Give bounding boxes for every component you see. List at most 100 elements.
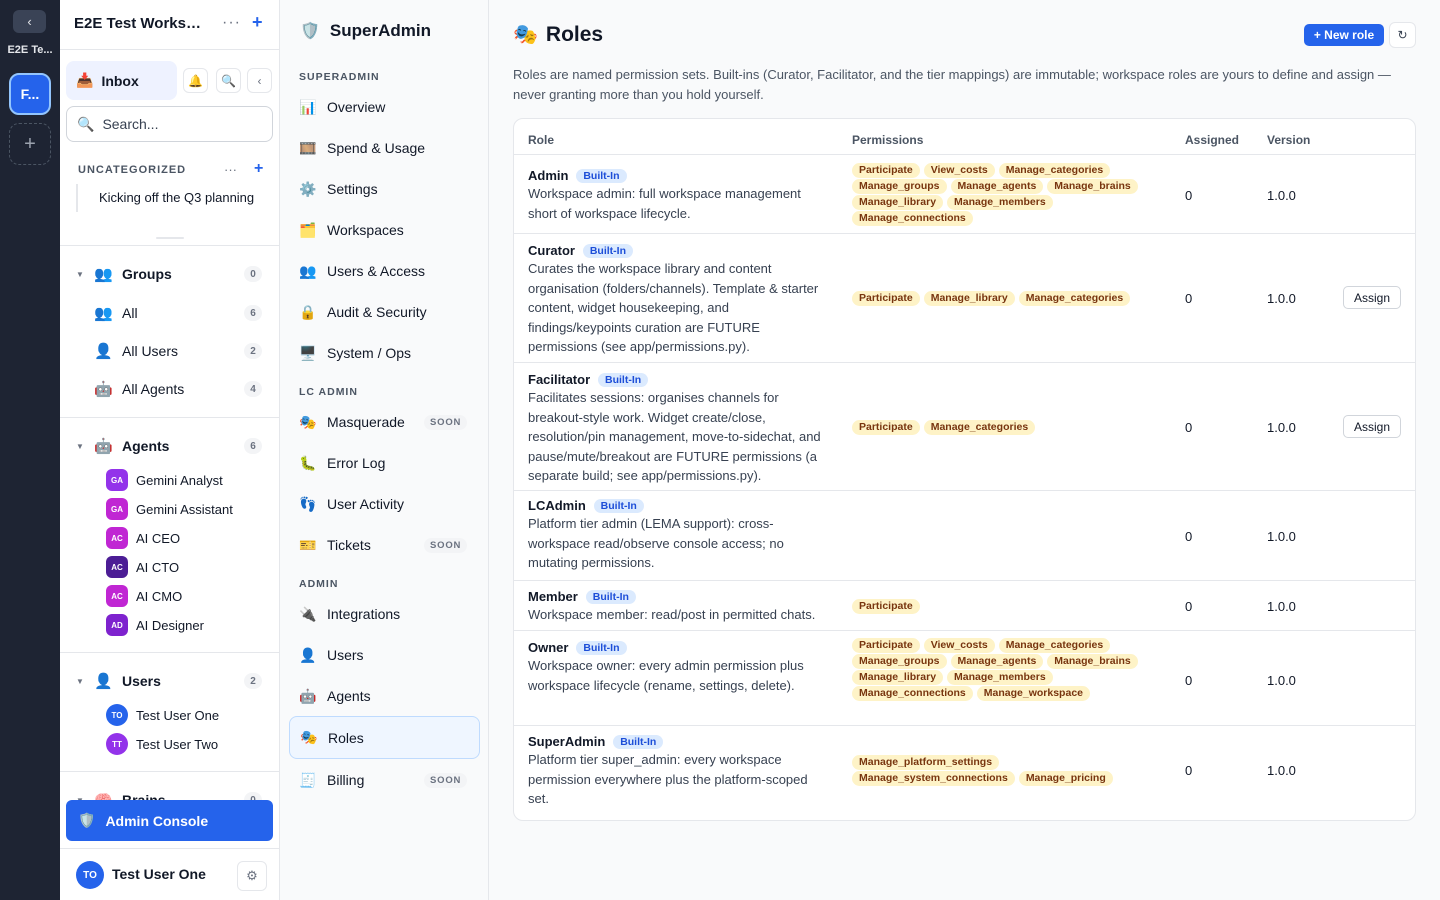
agent-item[interactable]: GA Gemini Analyst [60, 467, 280, 493]
notifications-button[interactable]: 🔔 [183, 68, 208, 93]
role-description: Workspace admin: full workspace manageme… [528, 186, 801, 221]
lock-icon: 🔒 [299, 303, 317, 320]
nav-item-agents[interactable]: 🤖 Agents [289, 676, 480, 716]
role-name: Owner [528, 640, 569, 655]
users-icon: 👥 [94, 266, 113, 283]
users-section-header[interactable]: ▼ 👤 Users 2 [60, 666, 280, 696]
search-button[interactable]: 🔍 [216, 68, 241, 93]
uncategorized-add-button[interactable]: + [254, 160, 263, 178]
permission-chip: Manage_members [947, 195, 1053, 210]
user-settings-button[interactable]: ⚙ [237, 861, 267, 891]
sidebar-search: 🔍 [66, 106, 273, 142]
agent-item[interactable]: AC AI CEO [60, 525, 280, 551]
role-cell: SuperAdmin Built-In Platform tier super_… [528, 733, 828, 809]
permission-chip: Manage_categories [998, 163, 1111, 178]
sidebar-directory[interactable]: ▼ 👥 Groups 0 👥 All 6 👤 All Users 2 🤖 All… [60, 245, 280, 800]
column-header-permissions: Permissions [852, 133, 924, 147]
group-count: 6 [244, 305, 262, 321]
inbox-label: Inbox [101, 72, 139, 89]
group-item-all-agents[interactable]: 🤖 All Agents 4 [60, 374, 280, 404]
user-item[interactable]: TO Test User One [60, 702, 280, 728]
search-icon: 🔍 [77, 115, 95, 132]
nav-section-superadmin: SUPERADMIN [299, 71, 380, 83]
builtin-badge: Built-In [613, 735, 664, 749]
workspace-switcher-active[interactable]: F... [9, 73, 51, 115]
uncategorized-menu-button[interactable]: ··· [224, 162, 237, 177]
masks-icon: 🎭 [513, 24, 538, 46]
new-role-button[interactable]: + New role [1304, 24, 1384, 46]
brains-count: 0 [244, 792, 262, 800]
add-channel-button[interactable]: + [252, 12, 263, 33]
permissions-cell: Participate View_costs Manage_categories Ma… [852, 638, 1162, 702]
group-label: All Agents [122, 381, 185, 397]
nav-item-label: Tickets [327, 537, 371, 553]
nav-item-settings[interactable]: ⚙️ Settings [289, 169, 480, 209]
current-user-name[interactable]: Test User One [112, 866, 206, 882]
role-cell: LCAdmin Built-In Platform tier admin (LE… [528, 497, 828, 573]
role-name: SuperAdmin [528, 734, 606, 749]
builtin-badge: Built-In [576, 641, 627, 655]
workspace-menu-button[interactable]: ··· [222, 14, 241, 32]
permission-chip: Participate [852, 420, 920, 435]
permissions-cell: Participate Manage_library Manage_categori… [852, 291, 1162, 307]
nav-item-integrations[interactable]: 🔌 Integrations [289, 594, 480, 634]
nav-item-spend-usage[interactable]: 🎞️ Spend & Usage [289, 128, 480, 168]
collapse-sidebar-button[interactable]: ‹ [247, 68, 272, 93]
resize-handle[interactable] [156, 237, 184, 239]
add-workspace-button[interactable]: + [9, 123, 51, 165]
brains-section-header[interactable]: ▼ 🧠 Brains 0 [60, 785, 280, 800]
role-description: Platform tier admin (LEMA support): cros… [528, 516, 784, 570]
workspace-sidebar: E2E Test Workspace ··· + 📥 Inbox 🔔 🔍 ‹ 🔍… [60, 0, 280, 900]
assign-button[interactable]: Assign [1343, 415, 1401, 438]
nav-section-admin: ADMIN [299, 578, 339, 590]
agent-label: AI Designer [136, 617, 204, 633]
nav-item-masquerade[interactable]: 🎭 Masquerade SOON [289, 402, 480, 442]
nav-item-user-activity[interactable]: 👣 User Activity [289, 484, 480, 524]
role-version: 1.0.0 [1267, 420, 1296, 435]
robot-icon: 🤖 [299, 687, 317, 704]
agent-item[interactable]: GA Gemini Assistant [60, 496, 280, 522]
user-item[interactable]: TT Test User Two [60, 731, 280, 757]
nav-item-workspaces[interactable]: 🗂️ Workspaces [289, 210, 480, 250]
assign-button[interactable]: Assign [1343, 286, 1401, 309]
column-header-role: Role [528, 133, 555, 147]
collapse-rail-button[interactable]: ‹ [13, 10, 46, 33]
channel-item[interactable]: Kicking off the Q3 planning [76, 184, 266, 212]
admin-console-button[interactable]: 🛡️ Admin Console [66, 800, 273, 841]
caret-down-icon: ▼ [76, 676, 84, 686]
nav-item-overview[interactable]: 📊 Overview [289, 87, 480, 127]
nav-item-roles[interactable]: 🎭 Roles [289, 716, 480, 759]
table-row: Curator Built-In Curates the workspace l… [514, 234, 1415, 363]
group-item-all-users[interactable]: 👤 All Users 2 [60, 336, 280, 366]
brain-icon: 🧠 [94, 791, 113, 800]
table-row: Member Built-In Workspace member: read/p… [514, 581, 1415, 631]
workspace-title[interactable]: E2E Test Workspace [74, 15, 209, 32]
nav-item-audit-security[interactable]: 🔒 Audit & Security [289, 292, 480, 332]
agent-item[interactable]: AD AI Designer [60, 612, 280, 638]
nav-section-lc-admin: LC ADMIN [299, 386, 358, 398]
role-version: 1.0.0 [1267, 673, 1296, 688]
groups-section-header[interactable]: ▼ 👥 Groups 0 [60, 259, 280, 289]
avatar: GA [106, 469, 128, 491]
bell-icon: 🔔 [188, 73, 203, 88]
group-item-all[interactable]: 👥 All 6 [60, 298, 280, 328]
refresh-button[interactable]: ↻ [1389, 22, 1416, 48]
search-input[interactable] [102, 116, 263, 132]
nav-item-users-access[interactable]: 👥 Users & Access [289, 251, 480, 291]
nav-item-tickets[interactable]: 🎫 Tickets SOON [289, 525, 480, 565]
agent-item[interactable]: AC AI CTO [60, 554, 280, 580]
agent-item[interactable]: AC AI CMO [60, 583, 280, 609]
nav-item-system-ops[interactable]: 🖥️ System / Ops [289, 333, 480, 373]
agents-section-header[interactable]: ▼ 🤖 Agents 6 [60, 431, 280, 461]
permissions-cell: Manage_platform_settings Manage_system_co… [852, 755, 1162, 787]
user-label: Test User Two [136, 736, 219, 752]
admin-brand: 🛡️ SuperAdmin [300, 21, 431, 41]
nav-item-users[interactable]: 👤 Users [289, 635, 480, 675]
workspace-name-short: E2E Te... [7, 44, 53, 56]
column-header-assigned: Assigned [1185, 133, 1240, 147]
role-cell: Member Built-In Workspace member: read/p… [528, 588, 828, 625]
nav-item-billing[interactable]: 🧾 Billing SOON [289, 760, 480, 800]
nav-item-error-log[interactable]: 🐛 Error Log [289, 443, 480, 483]
avatar[interactable]: TO [76, 861, 104, 889]
inbox-button[interactable]: 📥 Inbox [66, 61, 177, 100]
